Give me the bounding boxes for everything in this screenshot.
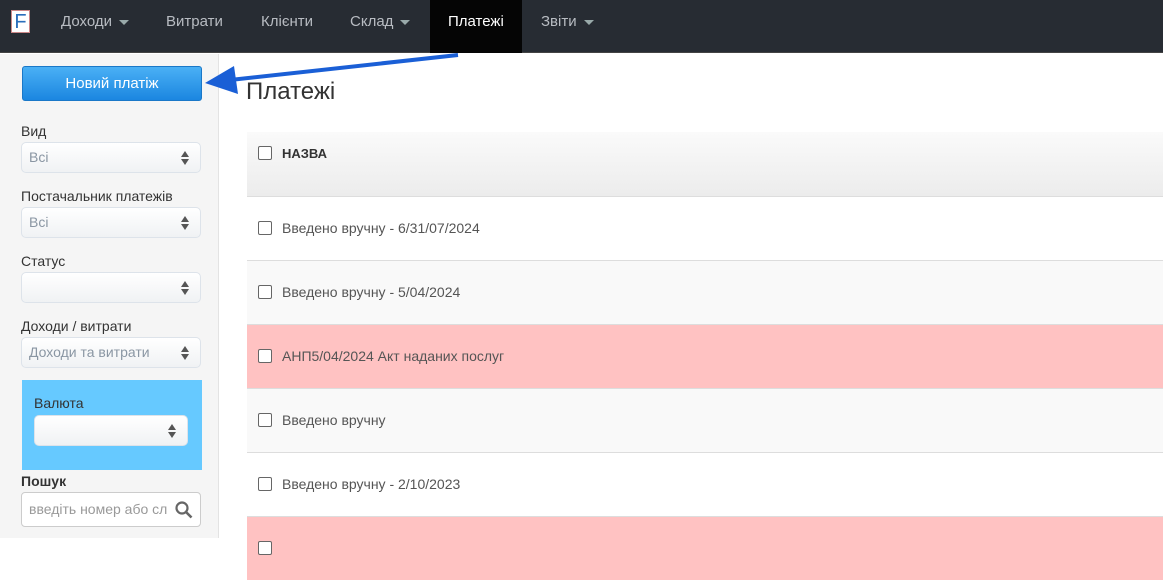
table-header: НАЗВА bbox=[247, 132, 1163, 196]
filter-label: Валюта bbox=[34, 395, 84, 411]
row-checkbox[interactable] bbox=[258, 221, 272, 235]
payment-name[interactable]: Введено вручну - 2/10/2023 bbox=[282, 476, 460, 492]
table-row[interactable]: Введено вручну - 5/04/2024 bbox=[247, 260, 1163, 324]
app-logo[interactable]: F bbox=[11, 10, 30, 33]
row-checkbox[interactable] bbox=[258, 477, 272, 491]
new-payment-button[interactable]: Новий платіж bbox=[22, 66, 202, 101]
updown-icon bbox=[181, 281, 190, 295]
filter-label: Доходи / витрати bbox=[21, 318, 132, 334]
nav-label: Клієнти bbox=[261, 13, 314, 30]
nav-expenses[interactable]: Витрати bbox=[152, 0, 237, 53]
row-checkbox[interactable] bbox=[258, 541, 272, 555]
nav-label: Платежі bbox=[448, 13, 504, 30]
currency-filter-highlight: Валюта bbox=[22, 380, 202, 470]
row-checkbox[interactable] bbox=[258, 349, 272, 363]
currency-select[interactable] bbox=[34, 415, 188, 446]
updown-icon bbox=[168, 424, 177, 438]
caret-down-icon bbox=[583, 19, 594, 25]
payment-name[interactable]: Введено вручну bbox=[282, 412, 386, 428]
status-select[interactable] bbox=[21, 272, 201, 303]
table-row[interactable] bbox=[247, 516, 1163, 580]
search-placeholder: введіть номер або сл bbox=[29, 501, 168, 517]
page-title: Платежі bbox=[246, 78, 336, 105]
updown-icon bbox=[181, 216, 190, 230]
column-name[interactable]: НАЗВА bbox=[282, 146, 327, 161]
updown-icon bbox=[181, 151, 190, 165]
table-row[interactable]: Введено вручну bbox=[247, 388, 1163, 452]
payment-name[interactable]: АНП5/04/2024 Акт наданих послуг bbox=[282, 348, 504, 364]
updown-icon bbox=[181, 346, 190, 360]
caret-down-icon bbox=[400, 19, 411, 25]
nav-label: Доходи bbox=[61, 13, 112, 30]
payment-name[interactable]: Введено вручну - 6/31/07/2024 bbox=[282, 220, 480, 236]
table-row[interactable]: Введено вручну - 2/10/2023 bbox=[247, 452, 1163, 516]
provider-select[interactable]: Всі bbox=[21, 207, 201, 238]
payment-name[interactable]: Введено вручну - 5/04/2024 bbox=[282, 284, 460, 300]
row-checkbox[interactable] bbox=[258, 413, 272, 427]
table-row[interactable]: Введено вручну - 6/31/07/2024 bbox=[247, 196, 1163, 260]
nav-label: Звіти bbox=[541, 13, 577, 30]
type-select[interactable]: Всі bbox=[21, 142, 201, 173]
select-value: Всі bbox=[29, 214, 49, 230]
nav-clients[interactable]: Клієнти bbox=[247, 0, 327, 53]
nav-label: Витрати bbox=[166, 13, 223, 30]
select-value: Всі bbox=[29, 149, 49, 165]
income-expense-select[interactable]: Доходи та витрати bbox=[21, 337, 201, 368]
filter-label: Вид bbox=[21, 123, 47, 139]
top-navbar: F Доходи Витрати Клієнти Склад Платежі З… bbox=[0, 0, 1163, 53]
nav-payments[interactable]: Платежі bbox=[430, 0, 522, 53]
caret-down-icon bbox=[118, 19, 129, 25]
table-row[interactable]: АНП5/04/2024 Акт наданих послуг bbox=[247, 324, 1163, 388]
select-all-checkbox[interactable] bbox=[258, 146, 272, 160]
nav-label: Склад bbox=[350, 13, 394, 30]
select-value: Доходи та витрати bbox=[29, 344, 150, 360]
filter-label: Постачальник платежів bbox=[21, 188, 173, 204]
search-label: Пошук bbox=[21, 473, 67, 489]
row-checkbox[interactable] bbox=[258, 285, 272, 299]
search-icon[interactable] bbox=[175, 501, 193, 519]
nav-reports[interactable]: Звіти bbox=[527, 0, 608, 53]
nav-warehouse[interactable]: Склад bbox=[336, 0, 424, 53]
nav-income[interactable]: Доходи bbox=[47, 0, 143, 53]
search-input[interactable]: введіть номер або сл bbox=[21, 492, 201, 527]
filter-label: Статус bbox=[21, 253, 66, 269]
